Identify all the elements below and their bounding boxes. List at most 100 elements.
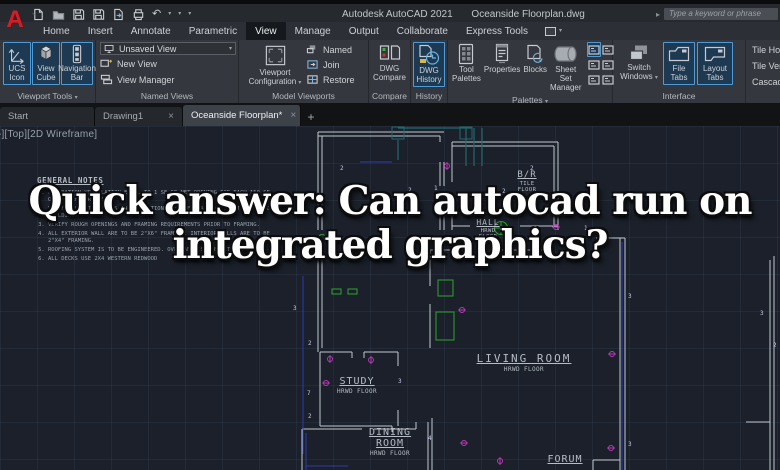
panel-model-viewports: Viewport Configuration ▾ Named Join Rest… xyxy=(239,40,369,103)
layout-tabs-button[interactable]: Layout Tabs xyxy=(697,42,733,85)
redo-icon[interactable]: ↷ xyxy=(32,9,36,20)
dim-number: 3 xyxy=(628,293,632,300)
dim-number: 2 xyxy=(308,340,312,347)
dwg-history-button[interactable]: DWG History xyxy=(413,42,445,87)
panel-label-named-views[interactable]: Named Views xyxy=(96,90,238,103)
undo-caret-icon[interactable]: ▾ xyxy=(168,11,171,17)
redo-caret-icon[interactable]: ▾ xyxy=(178,11,181,17)
save-as-icon[interactable] xyxy=(92,8,105,21)
sheet-set-manager-button[interactable]: Sheet Set Manager xyxy=(549,42,583,94)
panel-label-interface[interactable]: Interface xyxy=(613,90,745,103)
layout-tabs-icon xyxy=(703,44,727,64)
tab-view[interactable]: View xyxy=(246,22,286,40)
file-tab-oceanside[interactable]: Oceanside Floorplan* × xyxy=(183,105,301,126)
file-tab-start-label: Start xyxy=(8,111,29,122)
command-line-palette-icon[interactable] xyxy=(586,42,601,57)
view-cube-button[interactable]: View Cube xyxy=(32,42,60,85)
ribbon-display-caret-icon[interactable]: ▾ xyxy=(559,28,562,34)
view-manager-label: View Manager xyxy=(117,74,175,85)
search-arrow-icon[interactable]: ▸ xyxy=(656,10,660,19)
document-title: Oceanside Floorplan.dwg xyxy=(471,9,585,20)
join-viewports-icon xyxy=(306,59,319,70)
tab-insert[interactable]: Insert xyxy=(79,22,122,40)
new-drawing-tab-button[interactable]: + xyxy=(301,107,321,126)
panel-label-model-viewports[interactable]: Model Viewports xyxy=(239,90,368,103)
close-icon[interactable]: × xyxy=(282,110,296,121)
blocks-button[interactable]: Blocks xyxy=(522,42,548,76)
viewport-controls-label[interactable]: [-][Top][2D Wireframe] xyxy=(0,129,97,140)
dim-number: 3 xyxy=(628,441,632,448)
file-tab-drawing1[interactable]: Drawing1 × xyxy=(95,107,183,126)
viewport-configuration-button[interactable]: Viewport Configuration ▾ xyxy=(247,42,303,88)
caption-line-1: Quick answer: Can autocad run on xyxy=(28,178,753,224)
properties-icon xyxy=(492,43,512,65)
dwg-compare-button[interactable]: DWG Compare xyxy=(371,42,408,84)
blocks-label: Blocks xyxy=(523,65,547,74)
search-input[interactable]: Type a keyword or phrase xyxy=(664,8,778,20)
tile-horizontally-label: Tile Horizontally xyxy=(752,44,780,55)
qat-customize-icon[interactable]: ▾ xyxy=(188,11,191,17)
restore-viewports-label: Restore xyxy=(323,74,355,85)
named-viewports-button[interactable]: Named xyxy=(306,42,355,57)
tool-palettes-button[interactable]: Tool Palettes xyxy=(451,42,482,85)
blocks-icon xyxy=(525,43,545,65)
view-manager-button[interactable]: View Manager xyxy=(100,72,236,87)
dim-number: 2 xyxy=(530,165,534,172)
quickcalc-palette-icon[interactable] xyxy=(587,72,601,87)
undo-icon[interactable]: ↶ xyxy=(152,8,161,20)
file-tabs-button[interactable]: File Tabs xyxy=(663,42,695,85)
properties-button[interactable]: Properties xyxy=(483,42,521,76)
dim-number: 2 xyxy=(773,342,777,349)
tile-horizontally-button[interactable]: Tile Horizontally xyxy=(748,42,780,57)
ucs-icon xyxy=(7,44,27,64)
plot-icon[interactable] xyxy=(132,8,145,21)
dwg-history-icon xyxy=(417,44,441,66)
switch-windows-button[interactable]: Switch Windows ▾ xyxy=(617,42,661,83)
new-view-button[interactable]: New View xyxy=(100,56,236,71)
tab-express-tools[interactable]: Express Tools xyxy=(457,22,537,40)
cascade-button[interactable]: Cascade xyxy=(748,74,780,89)
restore-viewports-button[interactable]: Restore xyxy=(306,72,355,87)
join-viewports-button[interactable]: Join xyxy=(306,57,355,72)
tile-vertically-button[interactable]: Tile Vertically xyxy=(748,58,780,73)
panel-viewport-tools: UCS Icon View Cube Navigation Bar Viewpo… xyxy=(0,40,96,103)
tile-vertically-label: Tile Vertically xyxy=(752,60,780,71)
export-icon[interactable] xyxy=(112,8,125,21)
tab-manage[interactable]: Manage xyxy=(286,22,340,40)
tab-annotate[interactable]: Annotate xyxy=(122,22,180,40)
tab-home[interactable]: Home xyxy=(34,22,79,40)
tab-output[interactable]: Output xyxy=(340,22,388,40)
tab-collaborate[interactable]: Collaborate xyxy=(388,22,457,40)
panel-label-history[interactable]: History xyxy=(411,90,447,103)
file-tab-oceanside-label: Oceanside Floorplan* xyxy=(191,110,283,121)
dropdown-caret-icon: ▾ xyxy=(228,45,232,52)
tab-parametric[interactable]: Parametric xyxy=(180,22,246,40)
room-label-dining-room: DINING ROOM HRWD FLOOR xyxy=(368,427,412,457)
ucs-icon-button[interactable]: UCS Icon xyxy=(3,42,31,85)
ribbon-display-icon[interactable] xyxy=(545,26,557,36)
panel-interface: Switch Windows ▾ File Tabs Layout Tabs I… xyxy=(613,40,746,103)
dwg-history-label: DWG History xyxy=(416,66,442,84)
navigation-bar-button[interactable]: Navigation Bar xyxy=(58,42,96,85)
switch-windows-caret-icon: ▾ xyxy=(654,74,658,81)
viewport-configuration-icon xyxy=(263,43,288,68)
new-view-label: New View xyxy=(117,58,157,69)
dim-number: 2 xyxy=(340,165,344,172)
view-manager-icon xyxy=(100,74,113,85)
file-tab-start[interactable]: Start xyxy=(0,107,95,126)
view-dropdown[interactable]: Unsaved View ▾ xyxy=(100,42,236,55)
file-tabs-label: File Tabs xyxy=(670,64,688,82)
panel-label-compare[interactable]: Compare xyxy=(369,90,410,103)
markup-palette-icon[interactable] xyxy=(587,57,601,72)
file-tab-drawing1-label: Drawing1 xyxy=(103,111,144,122)
room-label-forum: FORUM xyxy=(547,454,583,465)
autocad-logo[interactable]: A xyxy=(3,6,27,36)
panel-label-viewport-tools[interactable]: Viewport Tools ▾ xyxy=(0,90,95,103)
close-icon[interactable]: × xyxy=(160,111,174,122)
open-file-icon[interactable] xyxy=(52,8,65,21)
panel-caret-icon: ▾ xyxy=(74,95,78,101)
drawing-canvas[interactable]: [-][Top][2D Wireframe] GENERAL NOTES FOU… xyxy=(0,126,780,470)
caption-line-2: integrated graphics? xyxy=(172,221,609,268)
dim-number: 4 xyxy=(428,435,432,442)
save-icon[interactable] xyxy=(72,8,85,21)
